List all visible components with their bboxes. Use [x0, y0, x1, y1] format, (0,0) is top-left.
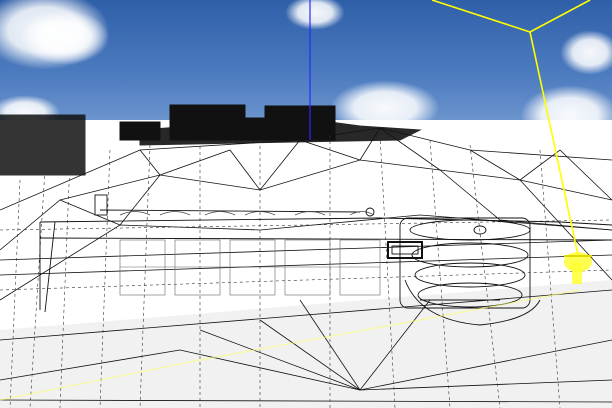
distant-structures — [0, 104, 422, 176]
wireframe-scene[interactable] — [0, 0, 612, 408]
3d-viewport[interactable] — [0, 0, 612, 408]
selection-outline[interactable] — [431, 0, 591, 256]
selected-object-handle-icon[interactable] — [564, 252, 592, 284]
floor-shadow — [0, 280, 612, 408]
